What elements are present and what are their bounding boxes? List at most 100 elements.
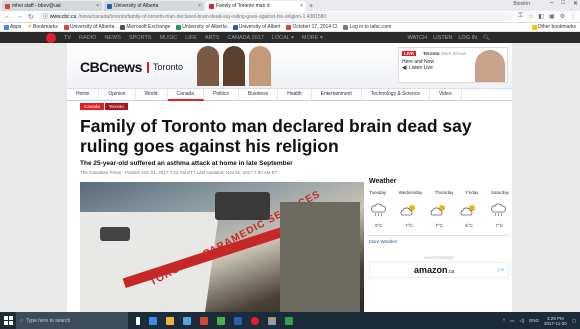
word-icon[interactable] bbox=[234, 316, 242, 325]
top-nav-item[interactable]: MUSIC bbox=[159, 35, 177, 41]
watch-link[interactable]: WATCH bbox=[408, 35, 428, 41]
section-nav-item[interactable]: Opinion bbox=[99, 88, 136, 101]
start-button[interactable] bbox=[0, 312, 16, 329]
top-nav-item[interactable]: RADIO bbox=[79, 35, 96, 41]
section-nav-item[interactable]: Video bbox=[430, 88, 462, 101]
close-icon[interactable]: × bbox=[198, 3, 201, 9]
ad-brand: amazon bbox=[414, 265, 448, 275]
menu-dots-icon[interactable]: ⋮ bbox=[570, 13, 576, 20]
bookmark-item[interactable]: Log in to tafsc.com bbox=[343, 24, 391, 30]
star-icon[interactable]: ☆ bbox=[528, 13, 533, 20]
close-icon[interactable]: × bbox=[300, 3, 303, 9]
breadcrumb-item[interactable]: Toronto bbox=[104, 103, 128, 110]
store-icon[interactable] bbox=[217, 316, 225, 325]
partly-sunny-icon bbox=[460, 205, 475, 216]
city-label[interactable]: Toronto bbox=[147, 62, 183, 73]
browser-tab-cbc[interactable]: Family of Toronto man d × bbox=[206, 1, 306, 11]
more-shows-link[interactable]: More Shows bbox=[441, 51, 466, 56]
info-icon[interactable]: ⓘ bbox=[43, 13, 48, 20]
section-nav-item-active[interactable]: Canada bbox=[167, 88, 205, 101]
microphone-icon[interactable] bbox=[136, 316, 140, 325]
other-bookmarks[interactable]: Other bookmarks bbox=[531, 24, 576, 30]
bookmark-item[interactable]: Microsoft Exchange bbox=[120, 24, 170, 30]
weather-day: Tuesday bbox=[369, 190, 387, 195]
excel-icon[interactable] bbox=[285, 316, 293, 325]
extension-icon[interactable]: ⚙ bbox=[560, 13, 565, 20]
new-tab-button[interactable]: + bbox=[309, 3, 319, 11]
top-nav-item[interactable]: SPORTS bbox=[129, 35, 152, 41]
top-nav-item[interactable]: ARTS bbox=[205, 35, 220, 41]
bookmark-apps[interactable]: Apps bbox=[4, 24, 21, 30]
close-icon[interactable]: × bbox=[96, 3, 99, 9]
taskbar-apps bbox=[136, 316, 293, 325]
ad-label: ADVERTISEMENT bbox=[424, 256, 454, 260]
section-nav-item[interactable]: Home bbox=[67, 88, 100, 101]
extension-icon[interactable]: ▣ bbox=[549, 13, 555, 20]
top-nav-item[interactable]: NEWS bbox=[104, 35, 121, 41]
browser-tab-mail[interactable]: mhei staff - bbov@ual × bbox=[2, 1, 102, 11]
edge-icon[interactable] bbox=[166, 316, 174, 325]
browser-tab-ualberta[interactable]: University of Alberta × bbox=[104, 1, 204, 11]
cbc-news-logo[interactable]: CBCnews bbox=[80, 59, 142, 75]
bookmark-item[interactable]: October 17, 2014 CI bbox=[286, 24, 337, 30]
maximize-button[interactable]: □ bbox=[561, 0, 565, 7]
more-weather-link[interactable]: More Weather bbox=[369, 235, 509, 244]
powerpoint-icon[interactable] bbox=[200, 316, 208, 325]
search-icon[interactable]: 🔍︎ bbox=[483, 35, 490, 41]
top-nav-item[interactable]: TV bbox=[64, 35, 71, 41]
bookmark-label: University of Alberta bbox=[69, 24, 115, 30]
section-nav-item[interactable]: World bbox=[136, 88, 168, 101]
article-byline: The Canadian Press · Posted: Nov 01, 201… bbox=[80, 170, 278, 175]
chrome-icon[interactable] bbox=[251, 316, 259, 325]
extension-icon[interactable]: ◧ bbox=[538, 13, 544, 20]
reload-icon[interactable]: ↻ bbox=[28, 13, 34, 21]
bookmark-bookmarks[interactable]: ★ Bookmarks bbox=[27, 24, 58, 30]
login-link[interactable]: LOG IN bbox=[458, 35, 477, 41]
weather-temp: 9°C bbox=[375, 223, 383, 228]
adchoices-icon[interactable]: ▷X bbox=[498, 267, 504, 273]
section-nav-item[interactable]: Health bbox=[278, 88, 312, 101]
article-deck: The 25-year-old suffered an asthma attac… bbox=[80, 160, 293, 167]
partly-sunny-icon bbox=[430, 205, 445, 216]
address-bar[interactable]: ⓘ www.cbc.ca/news/canada/toronto/family-… bbox=[38, 12, 514, 21]
bookmark-item[interactable]: University of Alberta bbox=[63, 24, 115, 30]
section-nav-item[interactable]: Entertainment bbox=[312, 88, 362, 101]
logo-cbc: CBC bbox=[80, 59, 109, 75]
task-view-icon[interactable] bbox=[149, 316, 157, 325]
section-nav-item[interactable]: Business bbox=[239, 88, 279, 101]
volume-icon[interactable]: ◁) bbox=[519, 318, 524, 324]
top-nav-item[interactable]: LOCAL ▾ bbox=[272, 35, 294, 41]
network-icon[interactable]: ▭ bbox=[510, 318, 514, 324]
cbc-gem-logo[interactable] bbox=[46, 33, 56, 43]
minimize-button[interactable]: – bbox=[550, 0, 553, 7]
clock[interactable]: 3:29 PM 2017-11-20 bbox=[544, 316, 567, 326]
listen-link[interactable]: LISTEN bbox=[433, 35, 452, 41]
app-icon[interactable] bbox=[268, 316, 276, 325]
amazon-ad[interactable]: amazon.ca ▷X bbox=[369, 262, 509, 278]
notifications-icon[interactable]: ▢ bbox=[572, 318, 576, 324]
listen-live-link[interactable]: ◀) Listen Live bbox=[402, 65, 434, 71]
top-nav-item[interactable]: CANADA 2017 bbox=[227, 35, 263, 41]
forward-arrow-icon[interactable]: → bbox=[16, 13, 23, 20]
bookmark-label: University of Albert bbox=[238, 24, 281, 30]
top-nav-item[interactable]: LIFE bbox=[185, 35, 197, 41]
top-right-links: WATCH LISTEN LOG IN 🔍︎ bbox=[408, 32, 490, 43]
taskbar-search[interactable]: ○ Type here to search bbox=[16, 312, 128, 329]
back-arrow-icon[interactable]: ← bbox=[4, 13, 11, 20]
file-explorer-icon[interactable] bbox=[183, 316, 191, 325]
chevron-up-icon[interactable]: ^ bbox=[503, 318, 505, 323]
key-icon[interactable]: ⚿ bbox=[518, 13, 523, 20]
language-indicator[interactable]: ENG bbox=[529, 318, 539, 323]
tab-title: University of Alberta bbox=[114, 3, 159, 9]
live-widget[interactable]: LIVE Toronto More Shows Here and Now ◀) … bbox=[398, 47, 508, 83]
anchor-photo bbox=[223, 46, 245, 86]
section-nav-item[interactable]: Technology & Science bbox=[362, 88, 430, 101]
top-nav-item[interactable]: MORE ▾ bbox=[302, 35, 323, 41]
profile-name[interactable]: Biostrin bbox=[513, 1, 530, 7]
bookmark-item[interactable]: University of Albert bbox=[232, 24, 281, 30]
anchor-photo bbox=[249, 46, 271, 86]
bookmark-item[interactable]: University of Alberta bbox=[176, 24, 227, 30]
section-nav-item[interactable]: Politics bbox=[204, 88, 239, 101]
breadcrumb-item[interactable]: Canada bbox=[80, 103, 104, 110]
close-window-button[interactable]: ✕ bbox=[573, 0, 578, 7]
